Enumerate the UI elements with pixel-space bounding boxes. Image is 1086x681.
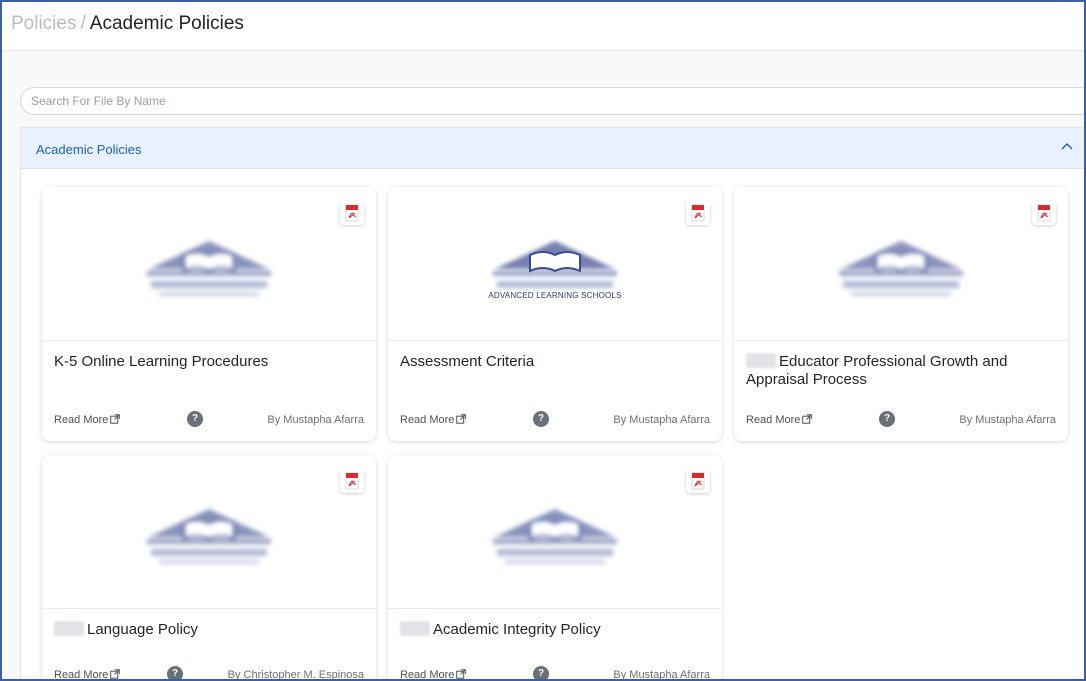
- card-thumbnail: [42, 187, 376, 341]
- card-title[interactable]: Educator Professional Growth and Apprais…: [746, 353, 1056, 389]
- breadcrumb-policies-link[interactable]: Policies: [11, 13, 76, 34]
- read-more-link[interactable]: Read More: [54, 414, 121, 426]
- pdf-file-icon: [686, 469, 710, 493]
- policy-card[interactable]: Educator Professional Growth and Apprais…: [734, 187, 1068, 441]
- help-icon[interactable]: ?: [187, 411, 203, 427]
- external-link-icon: [456, 669, 467, 679]
- card-title[interactable]: Academic Integrity Policy: [400, 621, 710, 639]
- redacted-text: [400, 621, 430, 636]
- card-thumbnail: [388, 455, 722, 609]
- policy-card[interactable]: ADVANCED LEARNING SCHOOLS Assessment Cri…: [388, 187, 722, 441]
- external-link-icon: [456, 414, 467, 424]
- external-link-icon: [110, 669, 121, 679]
- read-more-link[interactable]: Read More: [400, 669, 467, 679]
- redacted-text: [746, 353, 776, 368]
- card-thumbnail: ADVANCED LEARNING SCHOOLS: [388, 187, 722, 341]
- card-author: By Mustapha Afarra: [613, 414, 710, 426]
- card-title[interactable]: K-5 Online Learning Procedures: [54, 353, 364, 371]
- pdf-file-icon: [686, 201, 710, 225]
- section-header-toggle[interactable]: Academic Policies: [21, 128, 1084, 169]
- policy-card[interactable]: Language Policy Read More ? By Christoph…: [42, 455, 376, 681]
- pdf-file-icon: [340, 201, 364, 225]
- help-icon[interactable]: ?: [533, 411, 549, 427]
- school-logo-icon: [147, 241, 271, 296]
- external-link-icon: [802, 414, 813, 424]
- help-icon[interactable]: ?: [879, 411, 895, 427]
- card-author: By Mustapha Afarra: [959, 414, 1056, 426]
- pdf-file-icon: [1032, 201, 1056, 225]
- help-icon[interactable]: ?: [167, 666, 183, 679]
- section-title: Academic Policies: [36, 142, 142, 157]
- breadcrumb-separator: /: [80, 13, 86, 34]
- chevron-up-icon[interactable]: [1061, 142, 1073, 150]
- school-logo-icon: [839, 241, 963, 296]
- pdf-file-icon: [340, 469, 364, 493]
- card-thumbnail: [42, 455, 376, 609]
- page-title: Academic Policies: [89, 13, 244, 34]
- redacted-text: [54, 621, 84, 636]
- read-more-link[interactable]: Read More: [400, 414, 467, 426]
- external-link-icon: [110, 414, 121, 424]
- card-author: By Mustapha Afarra: [613, 669, 710, 681]
- read-more-link[interactable]: Read More: [746, 414, 813, 426]
- card-author: By Christopher M. Espinosa: [227, 669, 364, 681]
- card-author: By Mustapha Afarra: [267, 414, 364, 426]
- logo-caption: ADVANCED LEARNING SCHOOLS: [488, 291, 622, 300]
- policy-card[interactable]: K-5 Online Learning Procedures Read More…: [42, 187, 376, 441]
- search-input[interactable]: [20, 87, 1084, 115]
- card-title[interactable]: Language Policy: [54, 621, 364, 639]
- card-title[interactable]: Assessment Criteria: [400, 353, 710, 371]
- top-bar: Policies / Academic Policies: [2, 2, 1084, 51]
- read-more-link[interactable]: Read More: [54, 669, 121, 679]
- help-icon[interactable]: ?: [533, 666, 549, 679]
- card-thumbnail: [734, 187, 1068, 341]
- breadcrumb: Policies / Academic Policies: [11, 12, 244, 36]
- policy-card[interactable]: Academic Integrity Policy Read More ? By…: [388, 455, 722, 681]
- school-logo-icon: [147, 509, 271, 564]
- app-frame: Policies/Academic Policies Academic Poli…: [0, 0, 1086, 681]
- school-logo-icon: [493, 509, 617, 564]
